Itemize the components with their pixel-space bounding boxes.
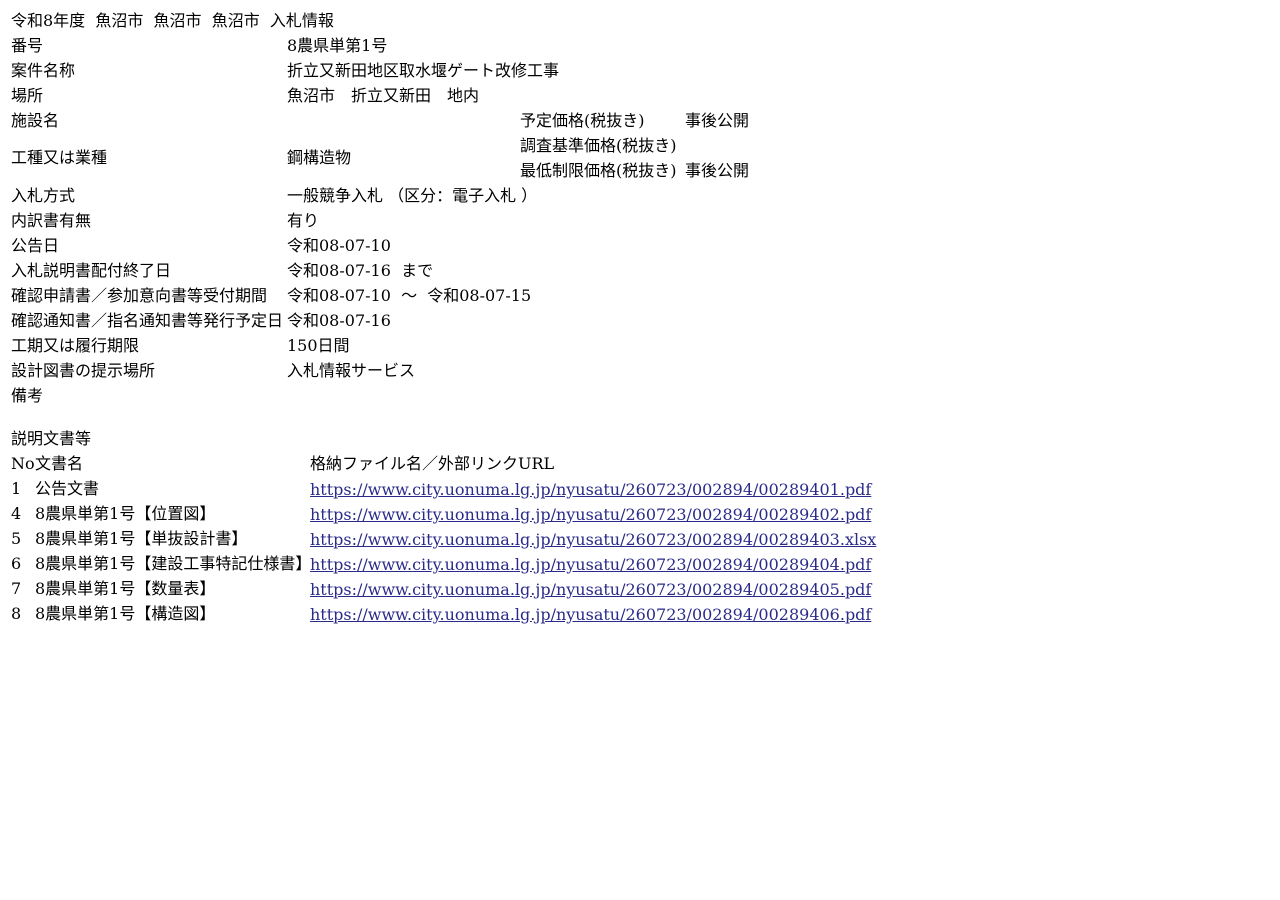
document-link[interactable]: https://www.city.uonuma.lg.jp/nyusatu/26… [310,577,871,602]
document-link[interactable]: https://www.city.uonuma.lg.jp/nyusatu/26… [310,477,871,502]
notice-date-label: 公告日 [11,236,60,255]
drawing-location-label: 設計図書の提示場所 [11,361,156,380]
documents-header-row: No 文書名 格納ファイル名／外部リンクURL [11,451,554,476]
location-value: 魚沼市 折立又新田 地内 [287,86,480,105]
document-row: 1 公告文書 https://www.city.uonuma.lg.jp/nyu… [11,476,871,501]
document-no: 1 [11,479,22,498]
document-name: 8農県単第1号【単抜設計書】 [35,529,248,548]
row-drawing-location: 設計図書の提示場所 入札情報サービス [11,358,415,383]
survey-price-label: 調査基準価格(税抜き) [520,136,677,155]
document-link[interactable]: https://www.city.uonuma.lg.jp/nyusatu/26… [310,527,876,552]
row-construction-period: 工期又は履行期限 150日間 [11,333,350,358]
application-period-value: 令和08-07-10 ～ 令和08-07-15 [287,286,532,305]
documents-section-title: 説明文書等 [11,429,92,448]
row-case-name: 案件名称 折立又新田地区取水堰ゲート改修工事 [11,58,559,83]
work-type-label: 工種又は業種 [11,148,108,167]
document-no: 5 [11,529,22,548]
documents-header-file: 格納ファイル名／外部リンクURL [310,454,555,473]
document-row: 6 8農県単第1号【建設工事特記仕様書】 https://www.city.uo… [11,551,871,576]
planned-price-value: 事後公開 [685,111,750,130]
row-doc-distribution-end: 入札説明書配付終了日 令和08-07-16 まで [11,258,433,283]
notification-date-value: 令和08-07-16 [287,311,391,330]
document-row: 4 8農県単第1号【位置図】 https://www.city.uonuma.l… [11,501,871,526]
notice-date-value: 令和08-07-10 [287,236,391,255]
document-row: 5 8農県単第1号【単抜設計書】 https://www.city.uonuma… [11,526,876,551]
work-type-value: 鋼構造物 [287,148,352,167]
document-name: 8農県単第1号【位置図】 [35,504,216,523]
bid-info-page: 令和8年度 魚沼市 魚沼市 魚沼市 入札情報 番号 8農県単第1号 案件名称 折… [11,8,876,626]
breakdown-value: 有り [287,211,320,230]
case-name-value: 折立又新田地区取水堰ゲート改修工事 [287,61,560,80]
facility-label: 施設名 [11,111,60,130]
row-breakdown: 内訳書有無 有り [11,208,334,233]
documents-header-name: 文書名 [35,454,84,473]
document-link[interactable]: https://www.city.uonuma.lg.jp/nyusatu/26… [310,602,871,627]
construction-period-value: 150日間 [287,336,350,355]
document-no: 4 [11,504,22,523]
row-facility: 施設名 予定価格(税抜き) 事後公開 [11,108,749,133]
bid-method-label: 入札方式 [11,186,76,205]
construction-period-label: 工期又は履行期限 [11,336,140,355]
planned-price-label: 予定価格(税抜き) [520,111,645,130]
breakdown-label: 内訳書有無 [11,211,92,230]
row-work-type: 工種又は業種 鋼構造物 調査基準価格(税抜き) 最低制限価格(税抜き) 事後公開 [11,133,749,183]
document-row: 7 8農県単第1号【数量表】 https://www.city.uonuma.l… [11,576,871,601]
location-label: 場所 [11,86,44,105]
document-name: 8農県単第1号【建設工事特記仕様書】 [35,554,312,573]
row-location: 場所 魚沼市 折立又新田 地内 [11,83,479,108]
bid-method-value: 一般競争入札 （区分：電子入札 ） [287,186,538,205]
case-name-label: 案件名称 [11,61,76,80]
document-link[interactable]: https://www.city.uonuma.lg.jp/nyusatu/26… [310,502,871,527]
number-value: 8農県単第1号 [287,36,388,55]
document-name: 8農県単第1号【構造図】 [35,604,216,623]
minimum-price-value: 事後公開 [685,161,750,180]
row-notification-date: 確認通知書／指名通知書等発行予定日 令和08-07-16 [11,308,391,333]
row-notice-date: 公告日 令和08-07-10 [11,233,391,258]
document-no: 8 [11,604,22,623]
drawing-location-value: 入札情報サービス [287,361,416,380]
notification-date-label: 確認通知書／指名通知書等発行予定日 [11,311,284,330]
remarks-label: 備考 [11,386,44,405]
doc-distribution-end-label: 入札説明書配付終了日 [11,261,172,280]
row-remarks: 備考 [11,383,334,408]
row-number: 番号 8農県単第1号 [11,33,387,58]
row-bid-method: 入札方式 一般競争入札 （区分：電子入札 ） [11,183,537,208]
minimum-price-label: 最低制限価格(税抜き) [520,161,677,180]
documents-header-no: No [11,454,35,473]
row-application-period: 確認申請書／参加意向書等受付期間 令和08-07-10 ～ 令和08-07-15 [11,283,531,308]
document-name: 8農県単第1号【数量表】 [35,579,216,598]
application-period-label: 確認申請書／参加意向書等受付期間 [11,286,268,305]
page-title: 令和8年度 魚沼市 魚沼市 魚沼市 入札情報 [11,11,334,30]
document-no: 7 [11,579,22,598]
document-row: 8 8農県単第1号【構造図】 https://www.city.uonuma.l… [11,601,871,626]
document-name: 公告文書 [35,479,100,498]
doc-distribution-end-value: 令和08-07-16 まで [287,261,434,280]
number-label: 番号 [11,36,44,55]
document-link[interactable]: https://www.city.uonuma.lg.jp/nyusatu/26… [310,552,871,577]
document-no: 6 [11,554,22,573]
